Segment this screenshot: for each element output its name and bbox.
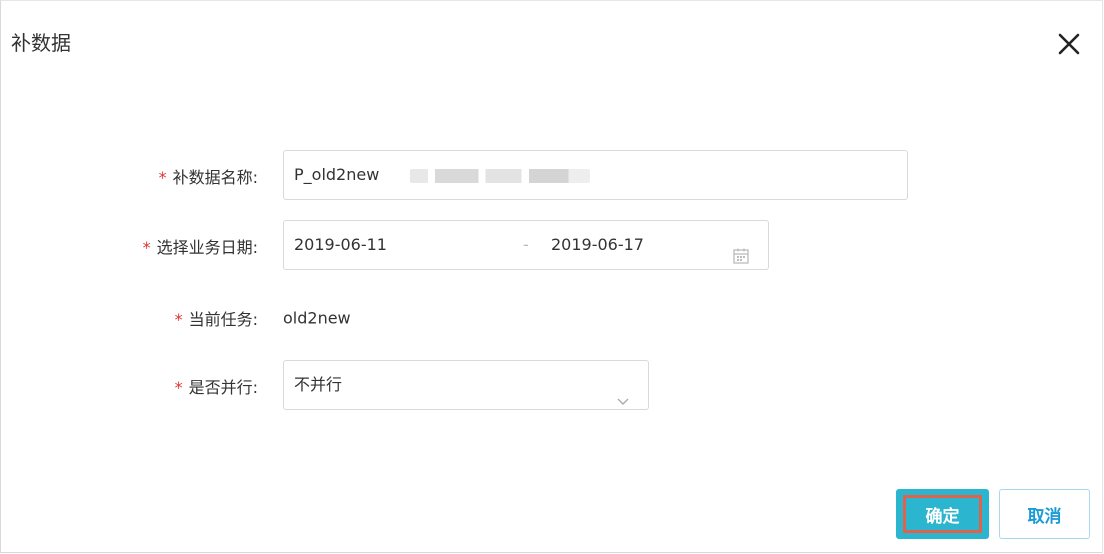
parallel-select[interactable]: 不并行	[283, 360, 649, 410]
required-mark: *	[142, 238, 151, 257]
required-mark: *	[174, 378, 183, 397]
name-input-value: P_old2new	[294, 165, 380, 184]
required-mark: *	[174, 310, 183, 329]
parallel-select-value: 不并行	[294, 375, 343, 394]
redacted-text	[410, 169, 590, 183]
chevron-down-icon	[616, 379, 630, 405]
name-label: * 补数据名称:	[158, 168, 258, 187]
end-date[interactable]: 2019-06-17	[551, 221, 644, 269]
range-separator: -	[523, 235, 529, 254]
name-row: * 补数据名称: P_old2new	[1, 150, 1102, 202]
close-icon[interactable]	[1056, 31, 1082, 57]
date-range-row: * 选择业务日期: 2019-06-11 - 2019-06-17	[1, 220, 1102, 272]
confirm-button-label: 确定	[903, 495, 982, 533]
current-task-value: old2new	[283, 308, 351, 328]
start-date[interactable]: 2019-06-11	[294, 221, 387, 269]
cancel-button[interactable]: 取消	[999, 489, 1090, 539]
backfill-dialog: 补数据 * 补数据名称: P_old2new * 选择业务日期: 2019-06-1…	[0, 0, 1103, 553]
date-range-label: * 选择业务日期:	[142, 238, 258, 257]
confirm-button[interactable]: 确定	[896, 489, 989, 539]
required-mark: *	[158, 168, 167, 187]
current-task-row: * 当前任务: old2new	[1, 292, 1102, 344]
name-input[interactable]: P_old2new	[283, 150, 908, 200]
calendar-icon[interactable]	[732, 236, 750, 264]
parallel-label: * 是否并行:	[174, 378, 258, 397]
dialog-title: 补数据	[11, 31, 71, 55]
date-range-picker[interactable]: 2019-06-11 - 2019-06-17	[283, 220, 769, 270]
current-task-label: * 当前任务:	[174, 310, 258, 329]
parallel-row: * 是否并行: 不并行	[1, 360, 1102, 412]
